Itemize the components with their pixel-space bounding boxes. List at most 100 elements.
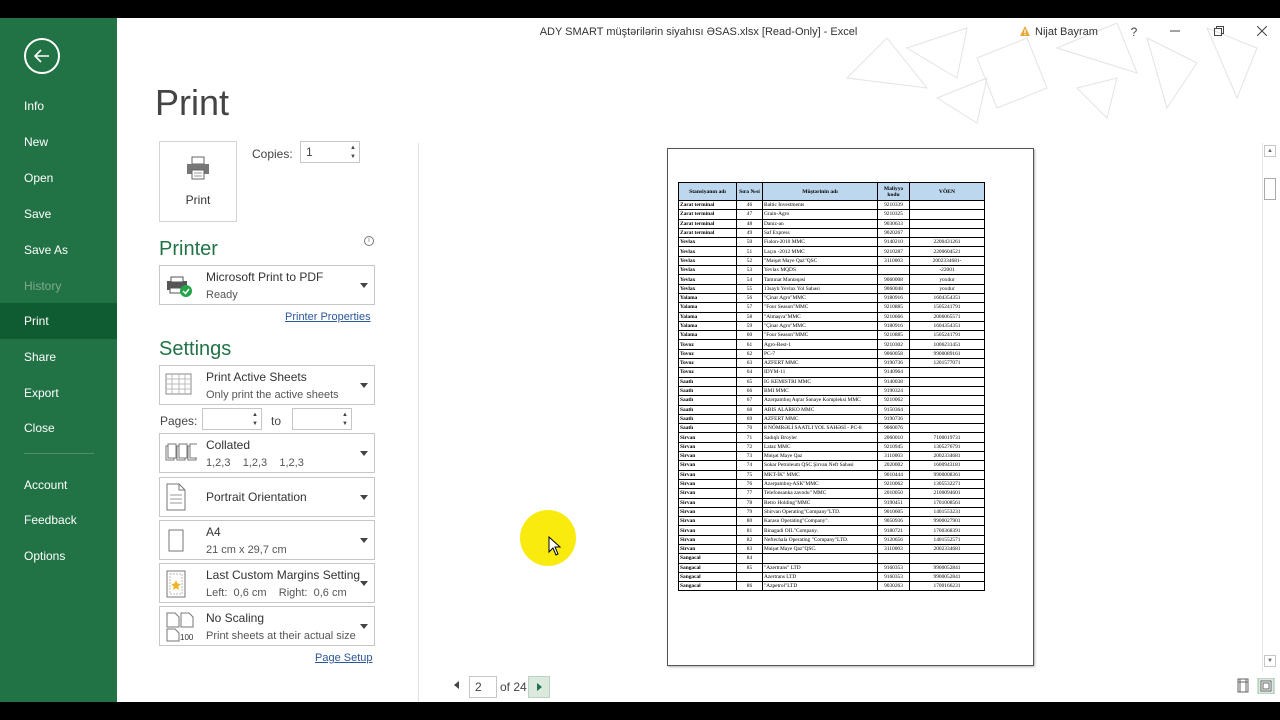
table-cell: -22001 — [909, 265, 985, 276]
table-cell: 73 — [736, 450, 763, 462]
info-icon[interactable]: i — [364, 236, 374, 246]
page-setup-link[interactable]: Page Setup — [315, 652, 373, 664]
to-label: to — [271, 414, 282, 428]
table-cell: 54 — [736, 274, 763, 285]
minimize-button[interactable] — [1167, 24, 1183, 40]
table-cell: 9160353 — [877, 571, 910, 583]
printer-heading: Printer — [159, 238, 218, 260]
nav-item-open[interactable]: Open — [0, 160, 117, 196]
page-title: Print — [155, 82, 230, 123]
nav-item-export[interactable]: Export — [0, 375, 117, 411]
help-button[interactable]: ? — [1126, 24, 1142, 40]
table-cell: 51 — [736, 246, 763, 257]
table-cell: Tovuz — [678, 348, 737, 360]
table-cell: yoxdur — [909, 283, 985, 294]
table-cell: "Almaşva"MMC — [762, 311, 878, 322]
orientation-dropdown[interactable]: Portrait Orientation — [159, 477, 375, 517]
nav-item-new[interactable]: New — [0, 124, 117, 160]
nav-item-account[interactable]: Account — [0, 467, 117, 503]
table-cell: Shirvan Operating"Company"LTD. — [762, 506, 878, 518]
scroll-down-icon[interactable]: ▼ — [1264, 655, 1276, 667]
table-cell: 9030263 — [877, 581, 910, 592]
chevron-down-icon — [360, 581, 368, 586]
scroll-thumb[interactable] — [1264, 178, 1276, 200]
close-window-button[interactable] — [1254, 24, 1270, 40]
margins-dropdown[interactable]: Last Custom Margins Setting Left: 0,6 cm… — [159, 563, 375, 603]
table-cell — [762, 553, 878, 564]
table-cell: Sirvan — [678, 450, 737, 462]
table-cell: 9210666 — [877, 311, 910, 322]
pages-to-down-icon[interactable]: ▼ — [341, 420, 349, 428]
table-row: Yevlax 50 Fialon-2010 MMC 9140210 2200431261 — [678, 237, 985, 248]
table-cell: 59 — [736, 320, 763, 332]
table-cell: 3110003 — [877, 543, 910, 555]
table-cell: 2002334681- — [909, 255, 985, 267]
table-cell: Binagadi OIL"Company. — [762, 525, 878, 536]
table-cell: 7100019731 — [909, 432, 985, 443]
table-cell: 64 — [736, 367, 763, 378]
table-row: Saatlı 66 BMI MMC 9190324 — [678, 385, 985, 397]
table-row: Saatlı 70 8 NÖMRƏLİ SAATLI YOL SAHƏSİ - PC… — [678, 423, 985, 434]
table-cell: Agro-Best-1 — [762, 339, 878, 350]
current-page-input[interactable]: 2 — [469, 676, 497, 698]
show-margins-icon[interactable] — [1237, 678, 1249, 693]
table-cell: yoxdur — [909, 274, 985, 285]
nav-item-info[interactable]: Info — [0, 88, 117, 124]
table-cell: Tovuz — [678, 367, 737, 378]
pages-from-up-icon[interactable]: ▲ — [251, 411, 259, 419]
table-cell: 9120656 — [877, 534, 910, 546]
nav-item-feedback[interactable]: Feedback — [0, 502, 117, 538]
table-cell — [909, 227, 985, 239]
table-cell: 9190451 — [877, 497, 910, 508]
previous-page-icon[interactable] — [454, 681, 459, 689]
nav-item-save-as[interactable]: Save As — [0, 232, 117, 268]
copies-input[interactable]: 1 ▲ ▼ — [300, 141, 360, 163]
table-cell: Yevlax — [678, 255, 737, 267]
paper-size-dropdown[interactable]: A4 21 cm x 29,7 cm — [159, 520, 375, 560]
table-cell: Sadıqlı Broyler — [762, 432, 878, 443]
zoom-to-page-icon[interactable] — [1257, 677, 1275, 695]
print-button[interactable]: Print — [159, 141, 237, 222]
pdf-printer-icon — [167, 276, 192, 297]
back-button[interactable] — [24, 38, 60, 74]
restore-button[interactable] — [1211, 24, 1227, 40]
scroll-up-icon[interactable]: ▲ — [1264, 145, 1276, 157]
print-preview-page: Stansiyanın adı Sıra №si Müştərinin adı Mal… — [667, 148, 1034, 666]
pages-to-input[interactable]: ▲ ▼ — [292, 408, 352, 430]
scaling-dropdown[interactable]: 100 No Scaling Print sheets at their act… — [159, 606, 375, 646]
table-cell: 72 — [736, 441, 763, 453]
table-cell: "Azertrans" LTD — [762, 562, 878, 573]
table-cell: 56 — [736, 292, 763, 304]
print-what-dropdown[interactable]: Print Active Sheets Only print the activ… — [159, 365, 375, 405]
printer-properties-link[interactable]: Printer Properties — [285, 311, 371, 323]
preview-scrollbar[interactable]: ▲ ▼ — [1262, 143, 1276, 671]
table-row: Tovuz 63 AZFERT MMC 9190736 1201577071 — [678, 358, 985, 369]
table-cell: Yevlax — [678, 274, 737, 285]
table-cell: Tamınat Məntəqəsi — [762, 274, 878, 285]
table-row: Tovuz 62 PC-7 9060058 9900089161 — [678, 348, 985, 360]
preview-header-cell: Maliyyə kodu — [877, 182, 910, 201]
table-cell: 9180916 — [877, 320, 910, 332]
nav-item-close[interactable]: Close — [0, 410, 117, 446]
table-cell: 9160353 — [877, 562, 910, 573]
next-page-button[interactable] — [528, 676, 550, 698]
printer-dropdown[interactable]: Microsoft Print to PDF Ready — [159, 265, 375, 305]
table-cell: 9190736 — [877, 413, 910, 425]
pages-from-input[interactable]: ▲ ▼ — [202, 408, 262, 430]
nav-item-save[interactable]: Save — [0, 196, 117, 232]
table-cell: IG KEMISTRI MMC — [762, 376, 878, 387]
nav-item-print[interactable]: Print — [0, 303, 117, 339]
table-row: Yalama 60 "Four Season"MMC 9210885 150524179… — [678, 330, 985, 341]
copies-down-icon[interactable]: ▼ — [349, 153, 357, 161]
copies-up-icon[interactable]: ▲ — [349, 144, 357, 152]
window-title: ADY SMART müştərilərin siyahısı ƏSAS.xls… — [539, 26, 858, 38]
pages-from-down-icon[interactable]: ▼ — [251, 420, 259, 428]
nav-item-options[interactable]: Options — [0, 538, 117, 574]
nav-item-share[interactable]: Share — [0, 339, 117, 375]
pages-to-up-icon[interactable]: ▲ — [341, 411, 349, 419]
table-cell: "Çinar Agro"MMC — [762, 292, 878, 304]
collate-dropdown[interactable]: Collated 1,2,3 1,2,3 1,2,3 — [159, 433, 375, 473]
table-cell: AZFERT MMC — [762, 358, 878, 369]
collate-title: Collated — [206, 438, 251, 452]
table-cell — [909, 209, 985, 220]
